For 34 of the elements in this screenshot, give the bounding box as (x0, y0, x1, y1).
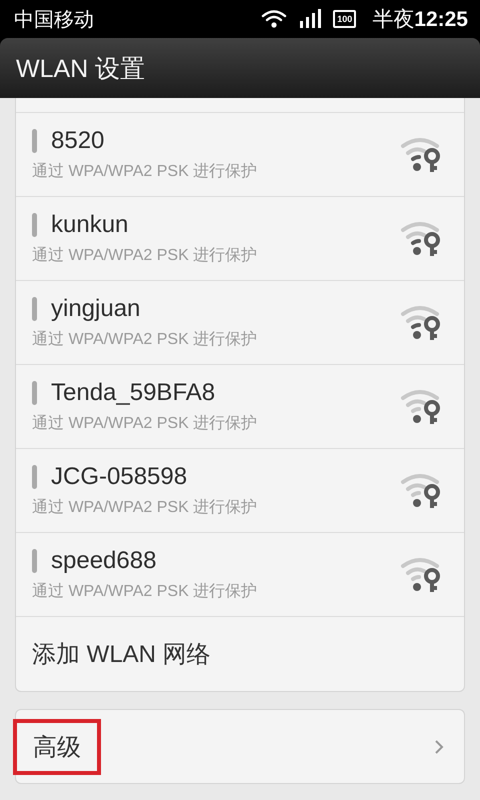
network-name: 8520 (51, 127, 104, 155)
battery-icon: 100 (333, 10, 356, 28)
indicator-bar (32, 381, 37, 405)
network-name: Tenda_59BFA8 (51, 379, 216, 407)
wifi-icon (261, 9, 288, 29)
add-network-item[interactable]: 添加 WLAN 网络 (32, 638, 211, 670)
advanced-label: 高级 (13, 718, 101, 774)
network-item[interactable]: kunkun 通过 WPA/WPA2 PSK 进行保护 (16, 197, 464, 281)
network-item[interactable]: Tenda_59BFA8 通过 WPA/WPA2 PSK 进行保护 (16, 365, 464, 449)
screen-title: WLAN 设置 (0, 38, 480, 98)
security-label: 通过 WPA/WPA2 PSK 进行保护 (32, 330, 258, 350)
indicator-bar (32, 213, 37, 237)
security-label: 通过 WPA/WPA2 PSK 进行保护 (32, 582, 258, 602)
network-item[interactable]: yingjuan 通过 WPA/WPA2 PSK 进行保护 (16, 281, 464, 365)
network-name: yingjuan (51, 295, 140, 323)
network-name: kunkun (51, 211, 128, 239)
indicator-bar (32, 465, 37, 489)
indicator-bar (32, 549, 37, 573)
network-name: JCG-058598 (51, 463, 188, 491)
carrier-name: 中国移动 (14, 8, 95, 32)
chevron-right-icon (435, 740, 444, 754)
indicator-bar (32, 129, 37, 153)
network-name: speed688 (51, 547, 156, 575)
network-item[interactable]: speed688 通过 WPA/WPA2 PSK 进行保护 (16, 533, 464, 617)
signal-icon (299, 9, 322, 29)
security-label: 通过 WPA/WPA2 PSK 进行保护 (32, 498, 258, 518)
security-label: 通过 WPA/WPA2 PSK 进行保护 (32, 246, 258, 266)
clock-time: 半夜12:25 (372, 7, 468, 33)
security-label: 通过 WPA/WPA2 PSK 进行保护 (32, 162, 258, 182)
security-label: 通过 WPA/WPA2 PSK 进行保护 (32, 414, 258, 434)
indicator-bar (32, 297, 37, 321)
network-item[interactable]: JCG-058598 通过 WPA/WPA2 PSK 进行保护 (16, 449, 464, 533)
network-item[interactable]: 8520 通过 WPA/WPA2 PSK 进行保护 (16, 113, 464, 197)
advanced-item[interactable]: 高级 (15, 709, 465, 784)
